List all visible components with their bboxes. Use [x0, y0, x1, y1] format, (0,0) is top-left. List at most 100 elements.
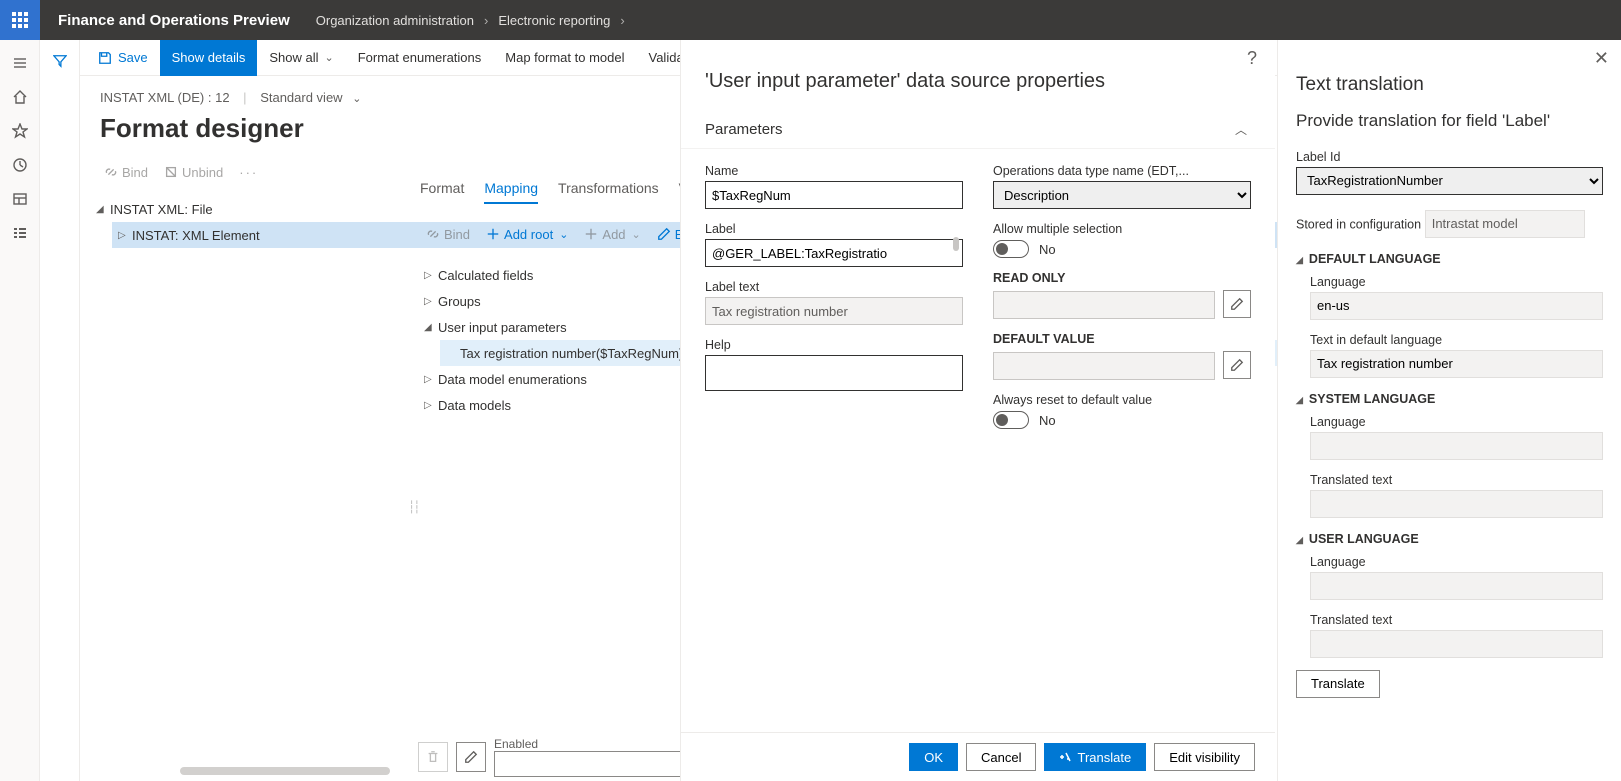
chevron-up-icon: ︿	[1235, 121, 1247, 138]
chevron-down-icon: ⌄	[559, 228, 568, 241]
lang-label: Language	[1310, 555, 1366, 569]
add-root-button[interactable]: Add root ⌄	[478, 220, 576, 248]
section-default-language[interactable]: DEFAULT LANGUAGE	[1296, 252, 1603, 266]
systrans-input	[1310, 490, 1603, 518]
translate-button[interactable]: Translate	[1044, 743, 1146, 771]
chevron-right-icon: ›	[478, 13, 494, 28]
modules-icon[interactable]	[0, 216, 40, 250]
label-input[interactable]	[705, 239, 963, 267]
unbind-button[interactable]: Unbind	[156, 158, 231, 186]
translation-title: Text translation	[1296, 74, 1603, 96]
show-details-button[interactable]: Show details	[160, 40, 258, 76]
reset-toggle[interactable]	[993, 411, 1029, 429]
view-label: Standard view	[260, 90, 342, 105]
left-rail	[0, 40, 40, 781]
label-label: Label	[705, 222, 736, 236]
lang-label: Language	[1310, 275, 1366, 289]
validate-label: Valida	[649, 50, 684, 65]
edit-visibility-button[interactable]: Edit visibility	[1154, 743, 1255, 771]
allowmulti-label: Allow multiple selection	[993, 222, 1122, 236]
stored-input	[1425, 210, 1585, 238]
close-icon[interactable]: ✕	[1594, 48, 1609, 69]
tab-mapping[interactable]: Mapping	[484, 180, 538, 204]
chevron-right-icon: ›	[614, 13, 630, 28]
home-icon[interactable]	[0, 80, 40, 114]
edit-icon-button[interactable]	[456, 742, 486, 772]
default-label: DEFAULT VALUE	[993, 332, 1095, 346]
breadcrumb-item[interactable]: Organization administration	[312, 13, 478, 28]
bind-button[interactable]: Bind	[418, 220, 478, 248]
more-button[interactable]: ···	[231, 158, 266, 186]
translation-subtitle: Provide translation for field 'Label'	[1296, 110, 1603, 133]
default-edit-button[interactable]	[1223, 351, 1251, 379]
chevron-down-icon: ⌄	[632, 228, 641, 241]
caret-icon[interactable]	[424, 270, 438, 281]
map-format-label: Map format to model	[505, 50, 624, 65]
readonly-edit-button[interactable]	[1223, 290, 1251, 318]
section-user-language[interactable]: USER LANGUAGE	[1296, 532, 1603, 546]
app-launcher-icon[interactable]	[0, 0, 40, 40]
show-all-label: Show all	[269, 50, 318, 65]
tab-format[interactable]: Format	[420, 180, 464, 204]
translation-panel: ✕ Text translation Provide translation f…	[1277, 40, 1621, 781]
edt-label: Operations data type name (EDT,...	[993, 164, 1189, 178]
panel-title: 'User input parameter' data source prope…	[681, 40, 1275, 111]
reset-label: Always reset to default value	[993, 393, 1152, 407]
section-header-parameters[interactable]: Parameters ︿	[681, 111, 1275, 149]
properties-body: Name Label Label text Help Operatio	[681, 149, 1275, 732]
bind-label: Bind	[444, 227, 470, 242]
vertical-splitter[interactable]: ┆┆	[408, 500, 418, 514]
map-format-button[interactable]: Map format to model	[493, 40, 636, 76]
caret-icon[interactable]	[96, 204, 110, 215]
help-icon[interactable]: ?	[1247, 48, 1257, 69]
add-button[interactable]: Add ⌄	[576, 220, 648, 248]
caret-icon[interactable]	[424, 296, 438, 307]
waffle-icon	[12, 12, 28, 28]
recent-icon[interactable]	[0, 148, 40, 182]
save-button[interactable]: Save	[86, 40, 160, 76]
tree-label: INSTAT: XML Element	[132, 228, 260, 243]
unbind-label: Unbind	[182, 165, 223, 180]
star-icon[interactable]	[0, 114, 40, 148]
ok-button[interactable]: OK	[909, 743, 958, 771]
top-nav: Finance and Operations Preview Organizat…	[0, 0, 1621, 40]
cancel-button[interactable]: Cancel	[966, 743, 1036, 771]
caret-icon[interactable]	[424, 322, 438, 333]
show-all-button[interactable]: Show all ⌄	[257, 40, 345, 76]
bind-button[interactable]: Bind	[96, 158, 156, 186]
lang-label: Language	[1310, 415, 1366, 429]
horizontal-scrollbar[interactable]	[180, 767, 390, 775]
label-scrollbar[interactable]	[953, 237, 959, 251]
ds-label: Calculated fields	[438, 268, 533, 283]
allowmulti-toggle[interactable]	[993, 240, 1029, 258]
textdef-input	[1310, 350, 1603, 378]
translated-label: Translated text	[1310, 613, 1392, 627]
caret-icon[interactable]	[424, 400, 438, 411]
caret-icon[interactable]	[118, 230, 132, 241]
view-selector[interactable]: Standard view ⌄	[260, 90, 361, 105]
usertrans-input	[1310, 630, 1603, 658]
save-label: Save	[118, 50, 148, 65]
labelid-label: Label Id	[1296, 150, 1340, 164]
filter-icon[interactable]	[53, 54, 67, 781]
readonly-input	[993, 291, 1215, 319]
allowmulti-value: No	[1039, 242, 1056, 257]
caret-icon[interactable]	[424, 374, 438, 385]
context-config: INSTAT XML (DE) : 12	[100, 90, 230, 105]
breadcrumb-item[interactable]: Electronic reporting	[494, 13, 614, 28]
translate-action-button[interactable]: Translate	[1296, 670, 1380, 698]
labelid-select[interactable]: TaxRegistrationNumber	[1296, 167, 1603, 195]
tab-transformations[interactable]: Transformations	[558, 180, 659, 204]
labeltext-input	[705, 297, 963, 325]
hamburger-icon[interactable]	[0, 46, 40, 80]
workspace-icon[interactable]	[0, 182, 40, 216]
section-label: Parameters	[705, 121, 783, 138]
properties-footer: OK Cancel Translate Edit visibility	[681, 732, 1275, 781]
section-system-language[interactable]: SYSTEM LANGUAGE	[1296, 392, 1603, 406]
edt-select[interactable]: Description	[993, 181, 1251, 209]
name-input[interactable]	[705, 181, 963, 209]
help-input[interactable]	[705, 355, 963, 391]
format-enumerations-button[interactable]: Format enumerations	[346, 40, 494, 76]
caret-icon	[1296, 392, 1303, 406]
filter-column	[40, 40, 80, 781]
